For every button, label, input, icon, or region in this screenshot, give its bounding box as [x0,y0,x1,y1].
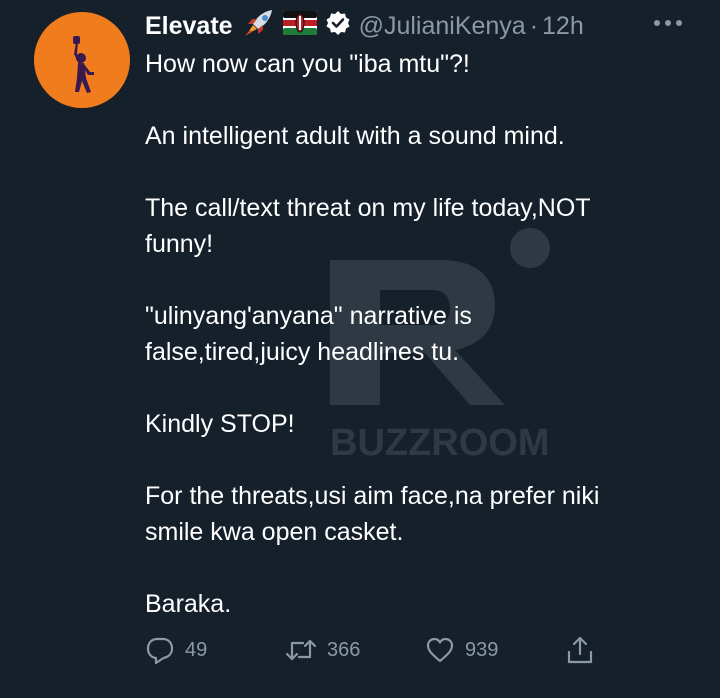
share-button[interactable] [565,633,595,667]
share-icon [567,636,593,664]
reply-icon [146,637,174,665]
tweet-text-line: funny! [145,230,214,258]
tweet-text-line: How now can you "iba mtu"?! [145,50,470,78]
like-count: 939 [465,638,499,661]
person-silhouette-icon [73,36,94,93]
tweet-text-line: "ulinyang'anyana" narrative is [145,302,472,330]
timestamp[interactable]: 12h [542,12,584,41]
tweet-text-line: An intelligent adult with a sound mind. [145,122,565,150]
retweet-button[interactable]: 366 [285,633,360,667]
retweet-icon [285,639,317,661]
tweet-text-line: Kindly STOP! [145,410,295,438]
rocket-icon [241,8,275,45]
reply-count: 49 [185,638,208,661]
tweet-text-line: For the threats,usi aim face,na prefer n… [145,482,600,510]
more-options-icon[interactable] [650,8,686,38]
user-handle[interactable]: @JulianiKenya [359,12,526,41]
display-name[interactable]: Elevate [145,12,233,41]
reply-button[interactable]: 49 [145,633,207,667]
tweet-actions: 49 366 939 [145,633,605,667]
tweet-header: Elevate @JulianiKenya · 12h [145,8,584,45]
tweet-text: How now can you "iba mtu"?! An intellige… [145,46,685,622]
verified-badge-icon [325,10,351,43]
tweet-text-line: false,tired,juicy headlines tu. [145,338,460,366]
like-button[interactable]: 939 [425,633,498,667]
separator: · [529,11,539,40]
tweet-text-line: The call/text threat on my life today,NO… [145,194,591,222]
tweet-text-line: smile kwa open casket. [145,518,404,546]
tweet: Elevate @JulianiKenya · 12h How now can … [0,0,720,698]
retweet-count: 366 [327,638,361,661]
heart-icon [426,637,454,663]
avatar[interactable] [34,12,130,108]
kenya-flag-icon [282,10,317,42]
tweet-text-line: Baraka. [145,590,232,618]
